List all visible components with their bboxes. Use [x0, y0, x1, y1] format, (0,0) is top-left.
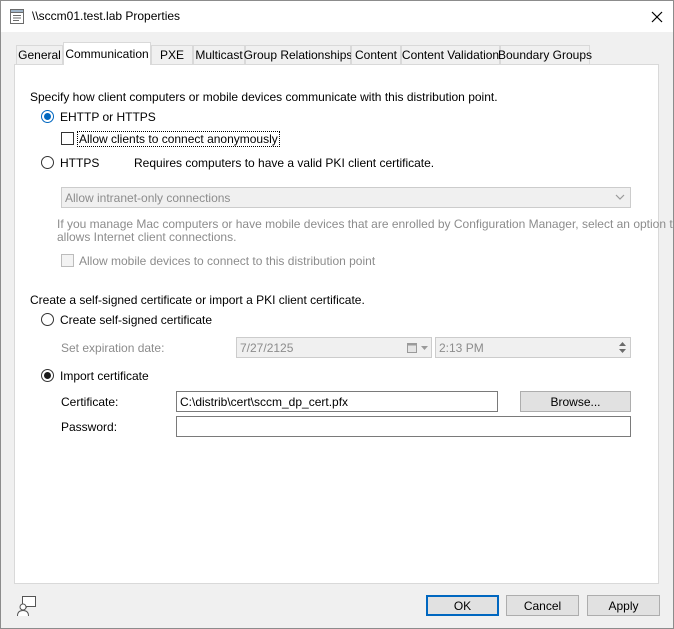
communication-heading: Specify how client computers or mobile d…: [30, 90, 498, 104]
import-certificate-label[interactable]: Import certificate: [60, 369, 149, 383]
mac-note-line2: allows Internet client connections.: [57, 230, 237, 244]
tab-communication[interactable]: Communication: [63, 42, 151, 65]
allow-anonymous-checkbox[interactable]: [61, 132, 74, 145]
certificate-path-input[interactable]: C:\distrib\cert\sccm_dp_cert.pfx: [176, 391, 498, 412]
tab-multicast[interactable]: Multicast: [193, 45, 245, 64]
calendar-icon: [407, 343, 417, 353]
close-icon: [651, 11, 663, 22]
mac-note-line1: If you manage Mac computers or have mobi…: [57, 217, 674, 231]
spinner-icon: [619, 342, 626, 353]
properties-window-icon: [10, 9, 24, 24]
https-label[interactable]: HTTPS: [60, 156, 99, 170]
password-input[interactable]: [176, 416, 631, 437]
user-help-icon[interactable]: [16, 595, 38, 617]
apply-button[interactable]: Apply: [587, 595, 660, 616]
window-title: \\sccm01.test.lab Properties: [32, 9, 181, 23]
tab-general[interactable]: General: [16, 45, 63, 64]
ok-button[interactable]: OK: [426, 595, 499, 616]
expiration-label: Set expiration date:: [61, 341, 165, 355]
allow-anonymous-label[interactable]: Allow clients to connect anonymously: [77, 131, 280, 147]
certificate-heading: Create a self-signed certificate or impo…: [30, 293, 365, 307]
https-description: Requires computers to have a valid PKI c…: [134, 156, 435, 170]
allow-mobile-checkbox[interactable]: [61, 254, 74, 267]
self-signed-label[interactable]: Create self-signed certificate: [60, 313, 212, 327]
properties-dialog: \\sccm01.test.lab Properties General Com…: [0, 0, 674, 629]
expiration-date-picker[interactable]: 7/27/2125: [236, 337, 432, 358]
browse-button[interactable]: Browse...: [520, 391, 631, 412]
close-button[interactable]: [641, 1, 673, 32]
certificate-label: Certificate:: [61, 395, 119, 409]
expiration-date-value: 7/27/2125: [240, 340, 294, 355]
password-label: Password:: [61, 420, 118, 434]
communication-panel: Specify how client computers or mobile d…: [14, 64, 674, 584]
tab-pxe[interactable]: PXE: [151, 45, 193, 64]
ehttp-radio[interactable]: [41, 110, 54, 123]
tab-content-validation[interactable]: Content Validation: [401, 45, 500, 64]
self-signed-radio[interactable]: [41, 313, 54, 326]
chevron-down-icon: [421, 346, 428, 350]
expiration-time-picker[interactable]: 2:13 PM: [435, 337, 631, 358]
certificate-path-value: C:\distrib\cert\sccm_dp_cert.pfx: [180, 394, 349, 409]
import-certificate-radio[interactable]: [41, 369, 54, 382]
allow-mobile-label[interactable]: Allow mobile devices to connect to this …: [79, 254, 375, 268]
expiration-time-value: 2:13 PM: [439, 340, 484, 355]
tab-group-relationships[interactable]: Group Relationships: [244, 45, 352, 64]
tab-content[interactable]: Content: [351, 45, 401, 64]
intranet-connections-select[interactable]: Allow intranet-only connections: [61, 187, 631, 208]
title-bar: \\sccm01.test.lab Properties: [1, 1, 673, 32]
cancel-button[interactable]: Cancel: [506, 595, 579, 616]
chevron-down-icon: [615, 194, 625, 200]
intranet-select-value: Allow intranet-only connections: [65, 190, 231, 205]
tab-boundary-groups[interactable]: Boundary Groups: [498, 45, 592, 64]
https-radio[interactable]: [41, 156, 54, 169]
ehttp-label[interactable]: EHTTP or HTTPS: [60, 110, 156, 124]
